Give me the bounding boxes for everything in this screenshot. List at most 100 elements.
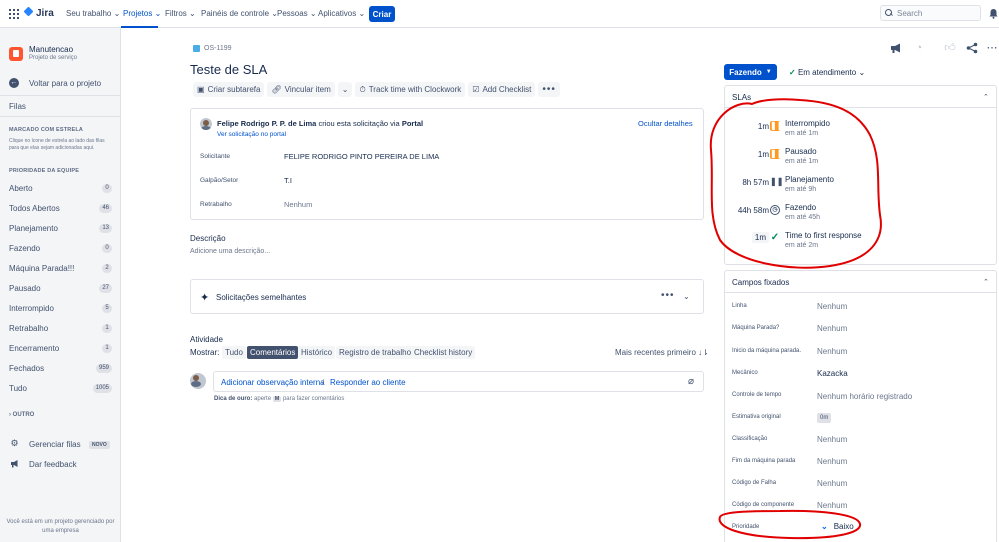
field-prioridade[interactable]: ⌄ Baixo <box>821 522 854 531</box>
jira-logo[interactable]: Jira <box>24 8 54 19</box>
clock-icon: ◷ <box>770 205 780 215</box>
nav-projetos[interactable]: Projetos ⌄ <box>123 9 161 18</box>
field-solicitante[interactable]: FELIPE RODRIGO PINTO PEREIRA DE LIMA <box>284 152 439 161</box>
check-icon: ✓ <box>770 232 780 243</box>
status-button[interactable]: Fazendo ▼ <box>724 64 777 80</box>
field-label: Prioridade <box>732 524 760 530</box>
link-issue-button[interactable]: 🔗︎ Vincular item <box>267 82 335 97</box>
reply-to-customer-link[interactable]: Responder ao cliente <box>330 378 406 387</box>
similar-requests-panel[interactable]: ✦ Solicitações semelhantes ••• ⌄ <box>190 279 704 314</box>
field-controle-de-tempo[interactable]: Nenhum horário registrado <box>817 392 912 401</box>
comment-input[interactable]: Adicionar observação interna / Responder… <box>213 371 704 392</box>
tab-tudo[interactable]: Tudo <box>222 346 246 359</box>
sidebar-queue-encerramento[interactable]: Encerramento 1 <box>9 341 112 355</box>
field-label: Inicio da máquina parada. <box>732 348 802 354</box>
sort-order-toggle[interactable]: Mais recentes primeiro ↓⇂ <box>615 348 709 357</box>
create-subtask-button[interactable]: ▣ Criar subtarefa <box>193 82 265 97</box>
issue-key[interactable]: OS-1199 <box>204 45 232 52</box>
tab-checklist-history[interactable]: Checklist history <box>411 346 476 359</box>
give-feedback-link[interactable]: Dar feedback <box>29 460 77 469</box>
queue-label: Pausado <box>9 283 41 293</box>
sla-row-pausado: 1m ❚❚ Pausado em até 1m <box>725 146 996 170</box>
more-actions-button[interactable]: ••• <box>538 82 560 97</box>
feedback-megaphone-icon[interactable] <box>890 42 902 54</box>
field-codigo-de-componente[interactable]: Nenhum <box>817 501 847 510</box>
field-galpao-setor[interactable]: T.I <box>284 176 292 185</box>
notifications-icon[interactable] <box>988 8 999 19</box>
field-classificacao[interactable]: Nenhum <box>817 435 847 444</box>
app-switcher-icon[interactable] <box>9 9 19 19</box>
sla-goal: em até 1m <box>785 130 819 137</box>
sla-goal: em até 2m <box>785 242 819 249</box>
field-label: Máquina Parada? <box>732 325 780 331</box>
priority-value: Baixo <box>833 522 854 531</box>
paperclip-icon[interactable]: ⌀ <box>688 376 694 387</box>
field-retrabalho[interactable]: Nenhum <box>284 200 312 209</box>
sidebar-queue-planejamento[interactable]: Planejamento 13 <box>9 221 112 235</box>
nav-pessoas[interactable]: Pessoas ⌄ <box>277 9 317 18</box>
nav-filtros[interactable]: Filtros ⌄ <box>165 9 196 18</box>
back-to-project-link[interactable]: Voltar para o projeto <box>29 79 101 88</box>
share-icon[interactable] <box>966 42 978 54</box>
sla-time: 1m <box>751 232 769 243</box>
watch-eye-icon[interactable]: ◔ <box>913 42 925 54</box>
sidebar-queue-interrompido[interactable]: Interrompido 5 <box>9 301 112 315</box>
tab-historico[interactable]: Histórico <box>298 346 336 359</box>
hide-details-link[interactable]: Ocultar detalhes <box>638 119 693 128</box>
chevron-up-icon[interactable]: ⌃ <box>983 278 989 286</box>
queue-label: Planejamento <box>9 223 58 233</box>
description-input[interactable]: Adicione uma descrição... <box>190 248 270 255</box>
sla-panel-header[interactable]: SLAs ⌃ <box>725 86 996 108</box>
tab-comentarios[interactable]: Comentários <box>247 346 299 359</box>
sidebar-queue-retrabalho[interactable]: Retrabalho 1 <box>9 321 112 335</box>
nav-seu-trabalho[interactable]: Seu trabalho ⌄ <box>66 9 120 18</box>
nav-label: Seu trabalho <box>66 9 112 18</box>
add-internal-note-link[interactable]: Adicionar observação interna <box>221 378 325 387</box>
tab-registro-de-trabalho[interactable]: Registro de trabalho <box>336 346 415 359</box>
field-label: Fim da máquina parada <box>732 458 796 464</box>
field-linha[interactable]: Nenhum <box>817 302 847 311</box>
sidebar-queue-tudo[interactable]: Tudo 1005 <box>9 381 112 395</box>
other-section-toggle[interactable]: › OUTRO <box>9 412 34 418</box>
field-fim-maquina-parada[interactable]: Nenhum <box>817 457 847 466</box>
nav-paineis[interactable]: Painéis de controle ⌄ <box>201 9 278 18</box>
sidebar-queue-fechados[interactable]: Fechados 959 <box>9 361 112 375</box>
field-maquina-parada[interactable]: Nenhum <box>817 324 847 333</box>
field-codigo-de-falha[interactable]: Nenhum <box>817 479 847 488</box>
clockwork-button[interactable]: ⏱︎ Track time with Clockwork <box>355 82 466 97</box>
queue-label: Interrompido <box>9 303 54 313</box>
breadcrumb[interactable]: OS-1199 <box>193 45 232 52</box>
sla-name: Planejamento <box>785 175 834 184</box>
sidebar-queue-maquina-parada[interactable]: Máquina Parada!!! 2 <box>9 261 112 275</box>
nav-aplicativos[interactable]: Aplicativos ⌄ <box>318 9 365 18</box>
service-status-dropdown[interactable]: ✓ Em atendimento ⌄ <box>789 68 865 77</box>
chevron-up-icon[interactable]: ⌃ <box>983 93 989 101</box>
sidebar-queue-todos-abertos[interactable]: Todos Abertos 46 <box>9 201 112 215</box>
vote-thumb-icon[interactable]: 👍︎ <box>944 42 956 54</box>
sidebar-queue-fazendo[interactable]: Fazendo 0 <box>9 241 112 255</box>
priority-low-icon: ⌄ <box>821 522 828 531</box>
jira-logo-icon <box>24 8 33 19</box>
pinned-fields-header[interactable]: Campos fixados ⌃ <box>725 271 996 293</box>
search-input[interactable]: Search <box>880 5 981 21</box>
more-icon[interactable]: ⋯ <box>986 42 998 54</box>
view-in-portal-link[interactable]: Ver solicitação no portal <box>217 131 286 138</box>
project-name[interactable]: Manutencao <box>29 45 73 54</box>
manage-queues-link[interactable]: Gerenciar filas <box>29 440 81 449</box>
field-mecanico[interactable]: Kazacka <box>817 369 848 378</box>
back-arrow-icon[interactable]: ← <box>9 78 19 88</box>
request-author[interactable]: Felipe Rodrigo P. P. de Lima <box>217 119 316 128</box>
more-icon[interactable]: ••• <box>661 290 675 301</box>
field-inicio-maquina-parada[interactable]: Nenhum <box>817 347 847 356</box>
chevron-down-icon[interactable]: ⌄ <box>683 292 690 301</box>
queue-count: 13 <box>99 223 112 233</box>
page-title[interactable]: Teste de SLA <box>190 62 267 77</box>
create-button[interactable]: Criar <box>369 6 395 22</box>
sidebar-queue-aberto[interactable]: Aberto 0 <box>9 181 112 195</box>
field-label: Linha <box>732 303 747 309</box>
sidebar-queue-pausado[interactable]: Pausado 27 <box>9 281 112 295</box>
field-estimativa-original[interactable]: 0m <box>817 413 832 423</box>
add-checklist-button[interactable]: ☑ Add Checklist <box>468 82 536 97</box>
link-dropdown-button[interactable]: ⌄ <box>337 82 353 97</box>
link-icon: 🔗︎ <box>271 85 282 94</box>
